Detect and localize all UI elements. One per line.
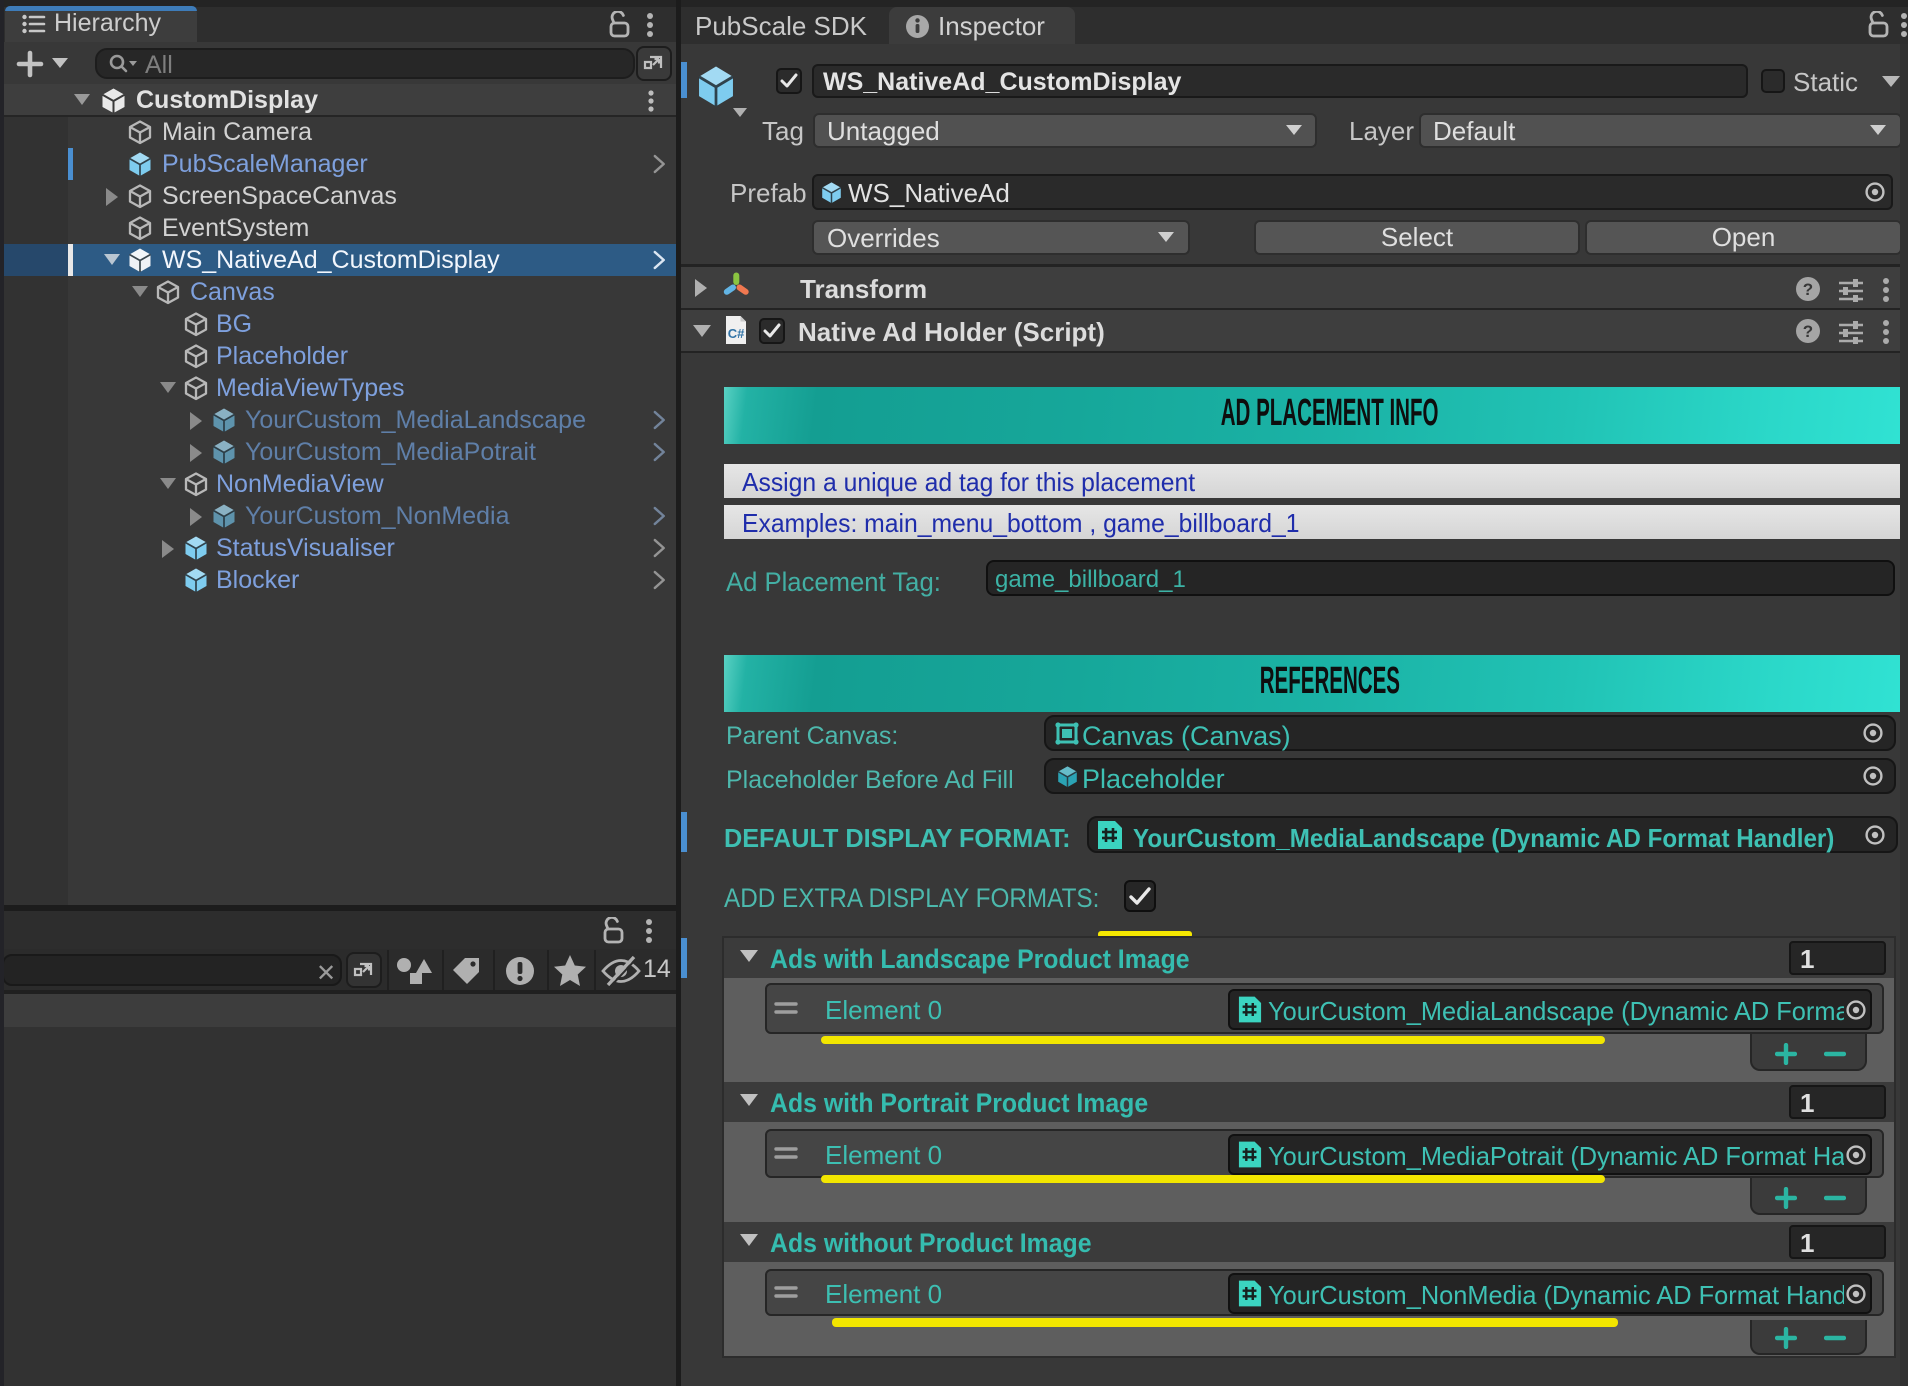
svg-text:C#: C# — [728, 326, 745, 341]
svg-text:?: ? — [1803, 322, 1813, 341]
svg-text:?: ? — [1803, 280, 1813, 299]
